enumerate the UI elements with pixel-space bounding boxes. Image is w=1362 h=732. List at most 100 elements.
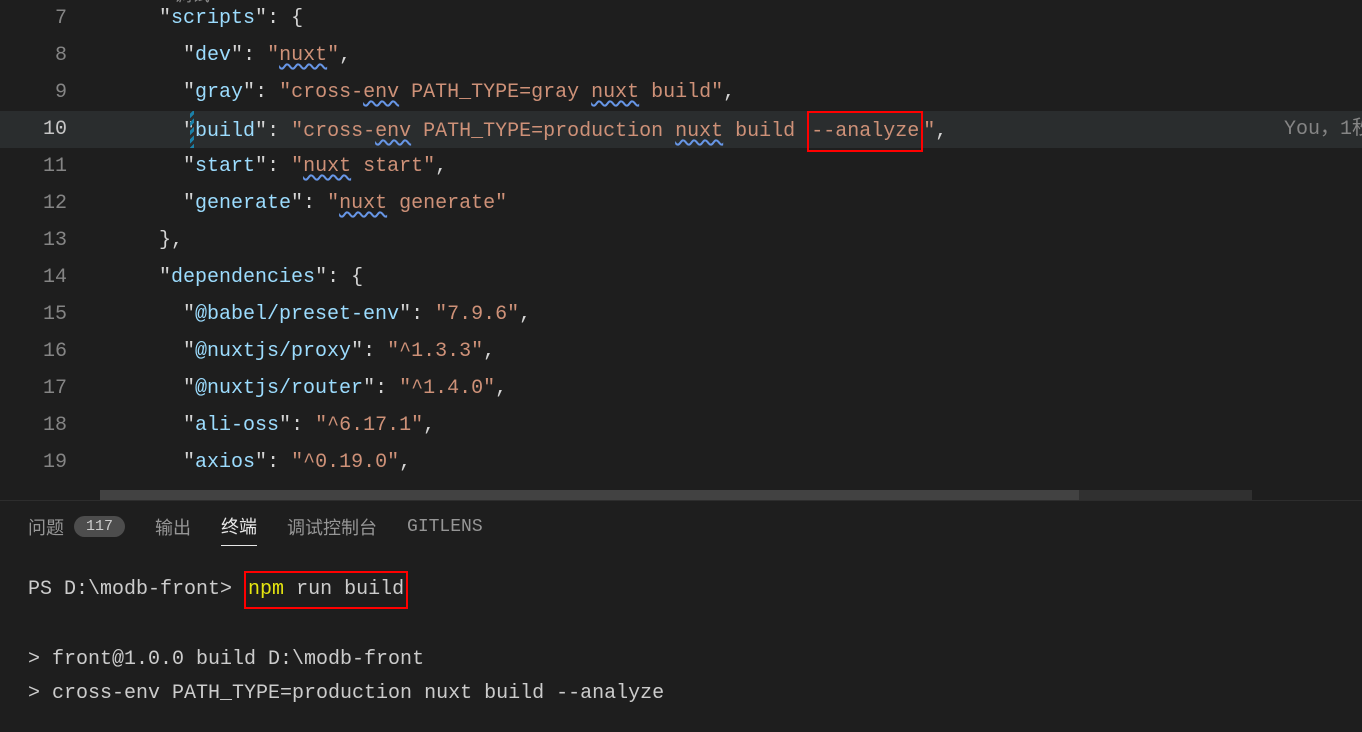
line-number[interactable]: 11: [0, 148, 95, 185]
code-token: ,: [435, 155, 447, 178]
code-content[interactable]: "build": "cross-env PATH_TYPE=production…: [95, 111, 1362, 148]
line-number[interactable]: 16: [0, 333, 95, 370]
panel-area: 问题 117 输出 终端 调试控制台 GITLENS PS D:\modb-fr…: [0, 501, 1362, 723]
code-token: ,: [339, 44, 351, 67]
tab-debug-console[interactable]: 调试控制台: [287, 514, 377, 546]
code-content[interactable]: "@nuxtjs/router": "^1.4.0",: [95, 370, 1362, 407]
terminal-output[interactable]: PS D:\modb-front> npm run build > front@…: [28, 571, 1334, 711]
tab-output[interactable]: 输出: [155, 514, 191, 546]
code-line[interactable]: 13 },: [0, 222, 1362, 259]
code-token: ali-oss: [195, 414, 279, 437]
horizontal-scrollbar-thumb[interactable]: [100, 490, 1079, 500]
tab-gitlens-label: GITLENS: [407, 517, 483, 537]
code-token: start: [195, 155, 255, 178]
modified-indicator: [190, 111, 194, 148]
code-line[interactable]: 16 "@nuxtjs/proxy": "^1.3.3",: [0, 333, 1362, 370]
code-content[interactable]: "scripts": {: [95, 0, 1362, 37]
code-token: generate": [387, 192, 507, 215]
code-token: generate: [195, 192, 291, 215]
code-token: :: [375, 377, 399, 400]
code-token: ,: [935, 120, 947, 143]
code-content[interactable]: "@babel/preset-env": "7.9.6",: [95, 296, 1362, 333]
code-token: ": [327, 192, 339, 215]
code-token: },: [159, 229, 183, 252]
line-number[interactable]: 10: [0, 111, 95, 148]
code-token: :: [411, 303, 435, 326]
code-token: build: [723, 120, 807, 143]
terminal-prompt: PS D:\modb-front>: [28, 578, 244, 601]
code-token: axios: [195, 451, 255, 474]
code-token: nuxt: [339, 192, 387, 215]
panel-tabs: 问题 117 输出 终端 调试控制台 GITLENS: [28, 513, 1334, 546]
code-token: nuxt: [675, 120, 723, 143]
code-token: "cross-: [279, 81, 363, 104]
code-content[interactable]: "@nuxtjs/proxy": "^1.3.3",: [95, 333, 1362, 370]
line-number[interactable]: 15: [0, 296, 95, 333]
code-token: "7.9.6": [435, 303, 519, 326]
code-line[interactable]: 15 "@babel/preset-env": "7.9.6",: [0, 296, 1362, 333]
code-line[interactable]: 14 "dependencies": {: [0, 259, 1362, 296]
code-token: :: [255, 81, 279, 104]
code-token: "^1.4.0": [399, 377, 495, 400]
code-line[interactable]: 11 "start": "nuxt start",: [0, 148, 1362, 185]
code-line[interactable]: 12 "generate": "nuxt generate": [0, 185, 1362, 222]
line-number[interactable]: 12: [0, 185, 95, 222]
code-token: scripts: [171, 7, 255, 30]
code-token: build: [195, 120, 255, 143]
code-token: nuxt: [591, 81, 639, 104]
code-token: :: [243, 44, 267, 67]
code-line[interactable]: 18 "ali-oss": "^6.17.1",: [0, 407, 1362, 444]
code-token: "^1.3.3": [387, 340, 483, 363]
code-token: @nuxtjs/router: [195, 377, 363, 400]
code-line[interactable]: 8 "dev": "nuxt",: [0, 37, 1362, 74]
highlight-box: --analyze: [807, 111, 923, 152]
code-line[interactable]: 19 "axios": "^0.19.0",: [0, 444, 1362, 481]
code-token: dev: [195, 44, 231, 67]
code-token: ,: [495, 377, 507, 400]
code-content[interactable]: "dependencies": {: [95, 259, 1362, 296]
code-line[interactable]: 9 "gray": "cross-env PATH_TYPE=gray nuxt…: [0, 74, 1362, 111]
code-content[interactable]: "generate": "nuxt generate": [95, 185, 1362, 222]
code-token: ,: [399, 451, 411, 474]
code-token: ": [291, 155, 303, 178]
code-line[interactable]: 10 "build": "cross-env PATH_TYPE=product…: [0, 111, 1362, 148]
line-number[interactable]: 19: [0, 444, 95, 481]
code-token: ,: [519, 303, 531, 326]
line-number[interactable]: 7: [0, 0, 95, 37]
terminal-prompt-line: PS D:\modb-front> npm run build: [28, 571, 1334, 609]
code-content[interactable]: "start": "nuxt start",: [95, 148, 1362, 185]
line-number[interactable]: 18: [0, 407, 95, 444]
code-token: "^0.19.0": [291, 451, 399, 474]
line-number[interactable]: 8: [0, 37, 95, 74]
line-number[interactable]: 17: [0, 370, 95, 407]
code-token: "^6.17.1": [315, 414, 423, 437]
code-line[interactable]: 7 "scripts": {: [0, 0, 1362, 37]
code-token: env: [375, 120, 411, 143]
code-content[interactable]: "dev": "nuxt",: [95, 37, 1362, 74]
code-token: : {: [327, 266, 363, 289]
code-line[interactable]: 17 "@nuxtjs/router": "^1.4.0",: [0, 370, 1362, 407]
code-content[interactable]: "ali-oss": "^6.17.1",: [95, 407, 1362, 444]
code-token: PATH_TYPE=gray: [399, 81, 591, 104]
tab-problems[interactable]: 问题 117: [28, 514, 125, 546]
code-token: :: [291, 414, 315, 437]
line-number[interactable]: 13: [0, 222, 95, 259]
horizontal-scrollbar[interactable]: [100, 490, 1252, 500]
code-token: :: [363, 340, 387, 363]
tab-gitlens[interactable]: GITLENS: [407, 517, 483, 543]
problems-count-badge: 117: [74, 516, 125, 537]
line-number[interactable]: 14: [0, 259, 95, 296]
tab-terminal[interactable]: 终端: [221, 513, 257, 546]
blame-annotation: You，1秒钟: [1284, 111, 1362, 148]
code-token: ,: [423, 414, 435, 437]
code-content[interactable]: "axios": "^0.19.0",: [95, 444, 1362, 481]
code-token: :: [267, 451, 291, 474]
line-number[interactable]: 9: [0, 74, 95, 111]
code-token: :: [303, 192, 327, 215]
terminal-command-rest: run build: [284, 578, 404, 601]
tab-output-label: 输出: [155, 514, 191, 540]
code-content[interactable]: },: [95, 222, 1362, 259]
code-token: nuxt: [303, 155, 351, 178]
code-content[interactable]: "gray": "cross-env PATH_TYPE=gray nuxt b…: [95, 74, 1362, 111]
editor-area[interactable]: 调试 7 "scripts": {8 "dev": "nuxt",9 "gray…: [0, 0, 1362, 500]
